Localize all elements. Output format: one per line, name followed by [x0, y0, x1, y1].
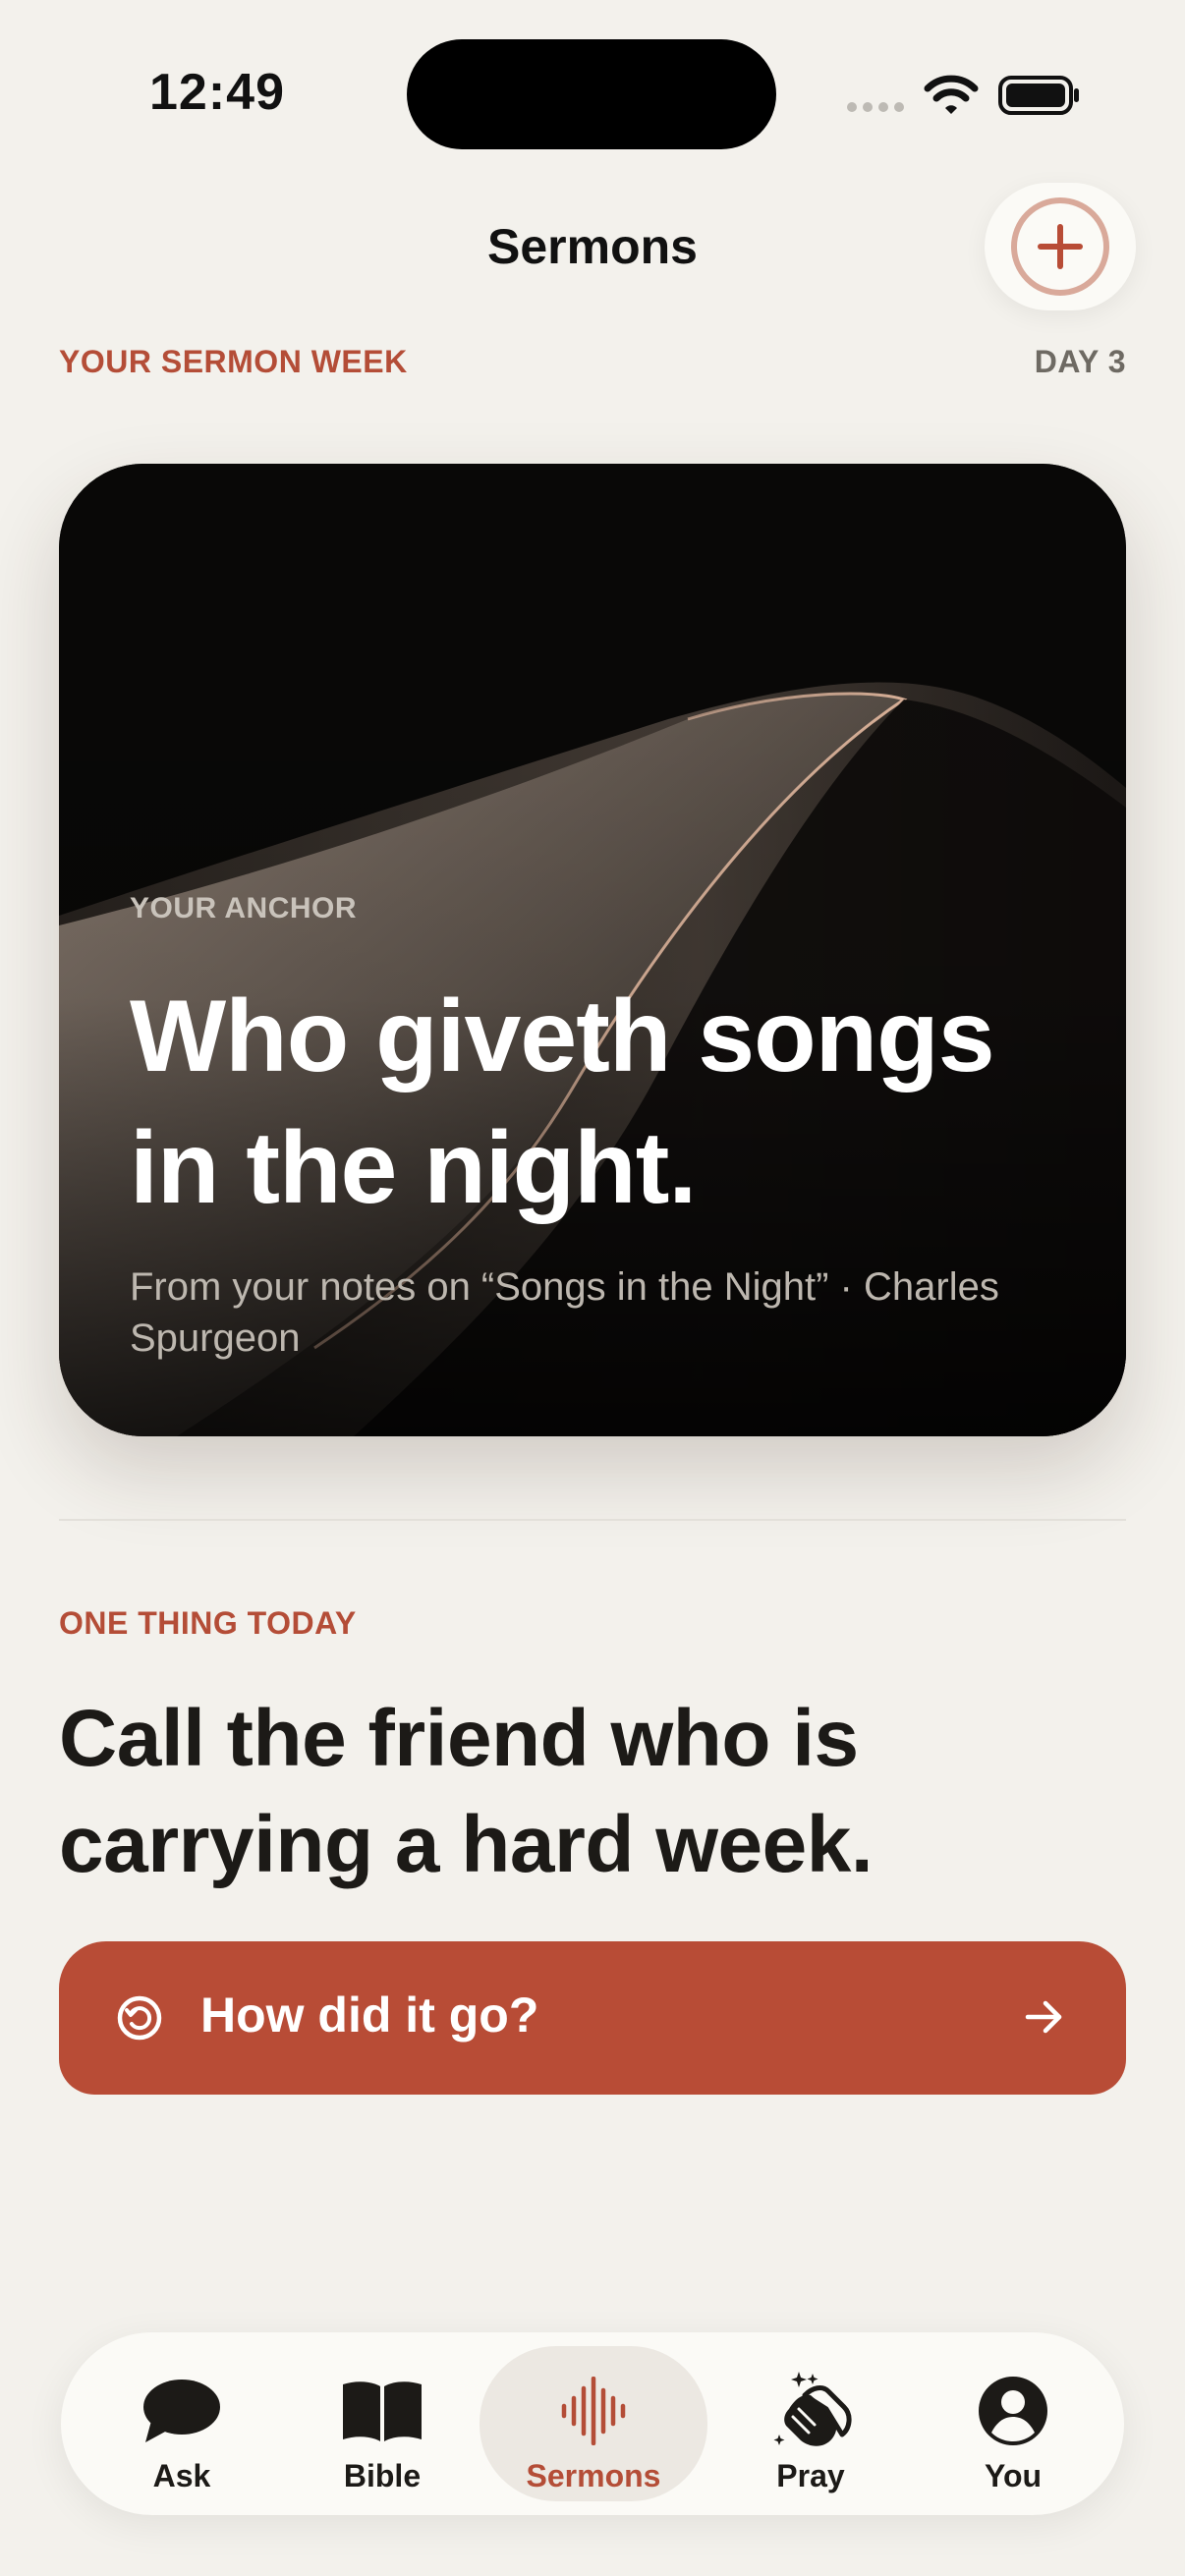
clapping-hands-icon — [709, 2372, 912, 2448]
battery-icon — [998, 76, 1079, 115]
arrow-right-icon — [1025, 2000, 1062, 2034]
today-task: Call the friend who is carrying a hard w… — [59, 1694, 874, 1889]
tab-you[interactable]: You — [912, 2346, 1114, 2501]
how-did-it-go-button[interactable]: How did it go? — [59, 1941, 1126, 2095]
dynamic-island — [407, 39, 776, 149]
anchor-eyebrow: YOUR ANCHOR — [130, 892, 358, 924]
sermon-week-label: YOUR SERMON WEEK — [59, 344, 408, 379]
wifi-icon — [924, 75, 979, 114]
tab-label: Ask — [152, 2458, 211, 2493]
tab-sermons[interactable]: Sermons — [480, 2346, 707, 2501]
person-circle-icon — [912, 2374, 1114, 2448]
day-counter: DAY 3 — [1034, 344, 1126, 379]
one-thing-today-label: ONE THING TODAY — [59, 1605, 357, 1641]
plus-circle-icon — [1011, 197, 1109, 296]
status-time: 12:49 — [149, 64, 285, 121]
tab-ask[interactable]: Ask — [81, 2346, 283, 2501]
tab-label: Pray — [776, 2458, 845, 2493]
anchor-source: From your notes on “Songs in the Night” … — [130, 1265, 999, 1360]
tab-label: Bible — [343, 2458, 422, 2493]
waveform-icon — [480, 2374, 707, 2448]
cellular-signal-icon — [847, 102, 906, 114]
chat-bubble-icon — [81, 2374, 283, 2448]
tab-label: You — [984, 2458, 1043, 2493]
add-sermon-button[interactable] — [985, 183, 1136, 310]
anchor-quote: Who giveth songs in the night. — [130, 980, 995, 1225]
history-icon — [117, 1995, 162, 2041]
tab-pray[interactable]: Pray — [709, 2346, 912, 2501]
anchor-card[interactable]: YOUR ANCHOR Who giveth songs in the nigh… — [59, 464, 1126, 1436]
section-divider — [59, 1519, 1126, 1521]
open-book-icon — [281, 2374, 483, 2448]
tab-bible[interactable]: Bible — [281, 2346, 483, 2501]
tab-bar: Ask Bible Sermons Pray You — [61, 2332, 1124, 2515]
tab-label: Sermons — [526, 2458, 661, 2493]
checkin-label: How did it go? — [200, 1988, 539, 2043]
